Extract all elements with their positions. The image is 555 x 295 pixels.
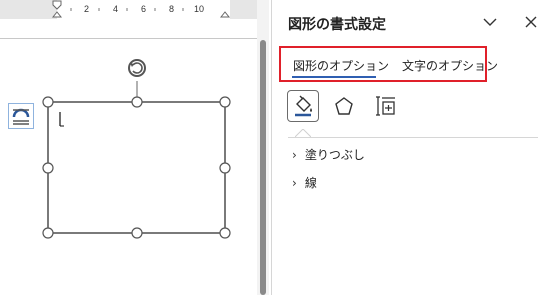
chevron-right-icon: ›: [292, 147, 297, 162]
size-properties-tab[interactable]: [370, 90, 402, 122]
rotate-handle-icon[interactable]: [126, 57, 148, 79]
pane-title: 図形の書式設定: [288, 17, 386, 33]
pane-options-button[interactable]: [480, 12, 500, 32]
chevron-down-icon: [483, 18, 497, 26]
close-pane-button[interactable]: [521, 12, 541, 32]
document-canvas: 2 4 6 8 10: [0, 0, 257, 295]
format-shape-pane: 図形の書式設定 図形のオプション 文字のオプション › 塗りつぶし › 線: [272, 0, 555, 295]
text-box-shape[interactable]: [0, 0, 257, 295]
size-properties-icon: [376, 96, 395, 116]
active-tab-indicator: [292, 76, 376, 78]
pane-separator: [288, 137, 538, 138]
effects-pentagon-icon: [335, 97, 353, 115]
fill-line-icon: [295, 95, 312, 117]
close-icon: [525, 16, 537, 28]
tab-shape-options[interactable]: 図形のオプション: [293, 57, 389, 74]
tab-text-options[interactable]: 文字のオプション: [402, 57, 498, 74]
section-line[interactable]: › 線: [292, 174, 317, 191]
section-fill-label: 塗りつぶし: [304, 148, 365, 162]
option-tabs-highlight: 図形のオプション 文字のオプション: [279, 46, 498, 82]
active-tab-pointer: [295, 129, 311, 137]
scrollbar-thumb[interactable]: [260, 40, 266, 295]
fill-line-tab[interactable]: [287, 90, 319, 122]
section-line-label: 線: [304, 176, 317, 190]
section-fill[interactable]: › 塗りつぶし: [292, 146, 365, 163]
chevron-right-icon: ›: [292, 175, 297, 190]
vertical-scrollbar[interactable]: [257, 0, 269, 295]
effects-tab[interactable]: [328, 90, 360, 122]
